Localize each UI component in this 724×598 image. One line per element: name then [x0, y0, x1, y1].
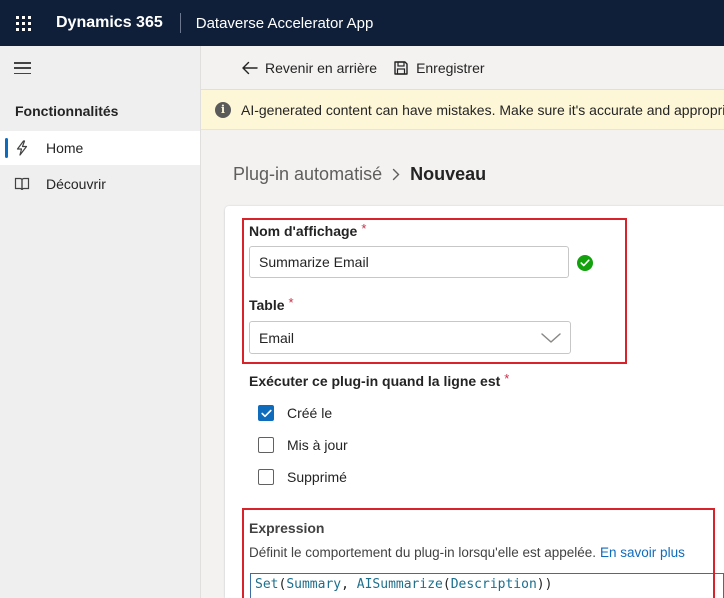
sidebar-item-home[interactable]: Home: [0, 131, 200, 165]
checkbox-unchecked-icon[interactable]: [258, 437, 274, 453]
back-label: Revenir en arrière: [265, 59, 378, 76]
arrow-left-icon: [242, 61, 258, 74]
waffle-icon: [15, 15, 31, 31]
hamburger-menu-icon[interactable]: [14, 62, 31, 74]
banner-text: AI-generated content can have mistakes. …: [241, 101, 724, 118]
sidebar-item-label: Découvrir: [46, 176, 106, 192]
chevron-right-icon: [392, 168, 400, 181]
checkbox-deleted[interactable]: Supprimé: [258, 469, 347, 485]
checkbox-created[interactable]: Créé le: [258, 405, 332, 421]
checkbox-label: Mis à jour: [287, 437, 348, 453]
highlight-box-name-table: [242, 218, 627, 364]
sidebar-title: Fonctionnalités: [15, 103, 119, 119]
sidebar: Fonctionnalités Home Découvrir: [0, 46, 201, 598]
top-bar: Dynamics 365 Dataverse Accelerator App: [0, 0, 724, 46]
lightning-icon: [16, 140, 28, 156]
sidebar-item-label: Home: [46, 140, 84, 156]
command-bar: Revenir en arrière Enregistrer: [201, 46, 724, 90]
checkbox-updated[interactable]: Mis à jour: [258, 437, 348, 453]
checkbox-label: Supprimé: [287, 469, 347, 485]
ai-warning-banner: i AI-generated content can have mistakes…: [201, 90, 724, 130]
checkbox-unchecked-icon[interactable]: [258, 469, 274, 485]
required-mark: *: [504, 371, 510, 386]
save-icon: [394, 60, 408, 75]
save-label: Enregistrer: [416, 59, 485, 76]
sidebar-item-discover[interactable]: Découvrir: [0, 167, 200, 201]
checkbox-checked-icon[interactable]: [258, 405, 274, 421]
active-marker: [5, 138, 8, 158]
save-button[interactable]: Enregistrer: [393, 59, 485, 76]
breadcrumb: Plug-in automatisé Nouveau: [233, 164, 486, 185]
app-launcher-button[interactable]: [0, 0, 46, 46]
back-button[interactable]: Revenir en arrière: [241, 60, 377, 76]
breadcrumb-current: Nouveau: [410, 164, 487, 184]
book-icon: [14, 177, 30, 191]
run-when-label: Exécuter ce plug-in quand la ligne est *: [249, 371, 510, 389]
info-icon: i: [215, 101, 231, 118]
run-when-label-text: Exécuter ce plug-in quand la ligne est: [249, 373, 501, 389]
app-name[interactable]: Dataverse Accelerator App: [196, 15, 374, 32]
divider: [179, 13, 181, 33]
breadcrumb-parent[interactable]: Plug-in automatisé: [233, 164, 382, 185]
checkbox-label: Créé le: [287, 405, 333, 421]
brand-name[interactable]: Dynamics 365: [56, 14, 163, 32]
highlight-box-expression: [242, 508, 715, 598]
